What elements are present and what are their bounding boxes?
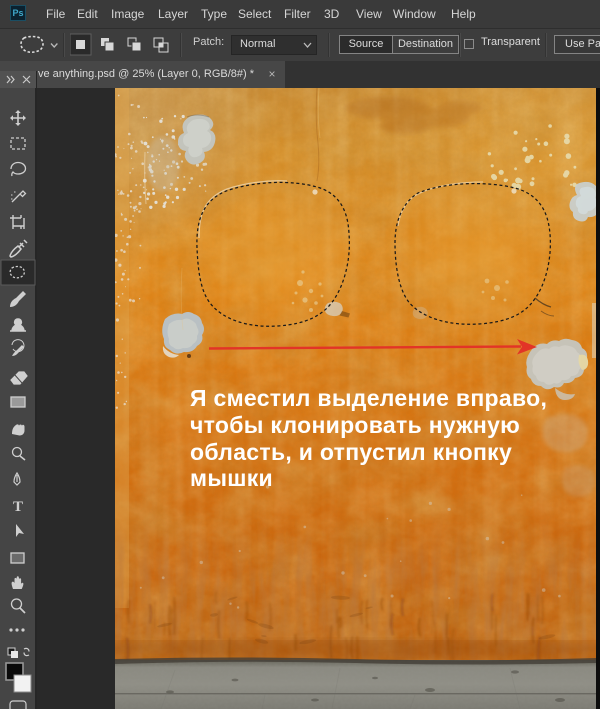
svg-text:T: T (13, 499, 23, 515)
